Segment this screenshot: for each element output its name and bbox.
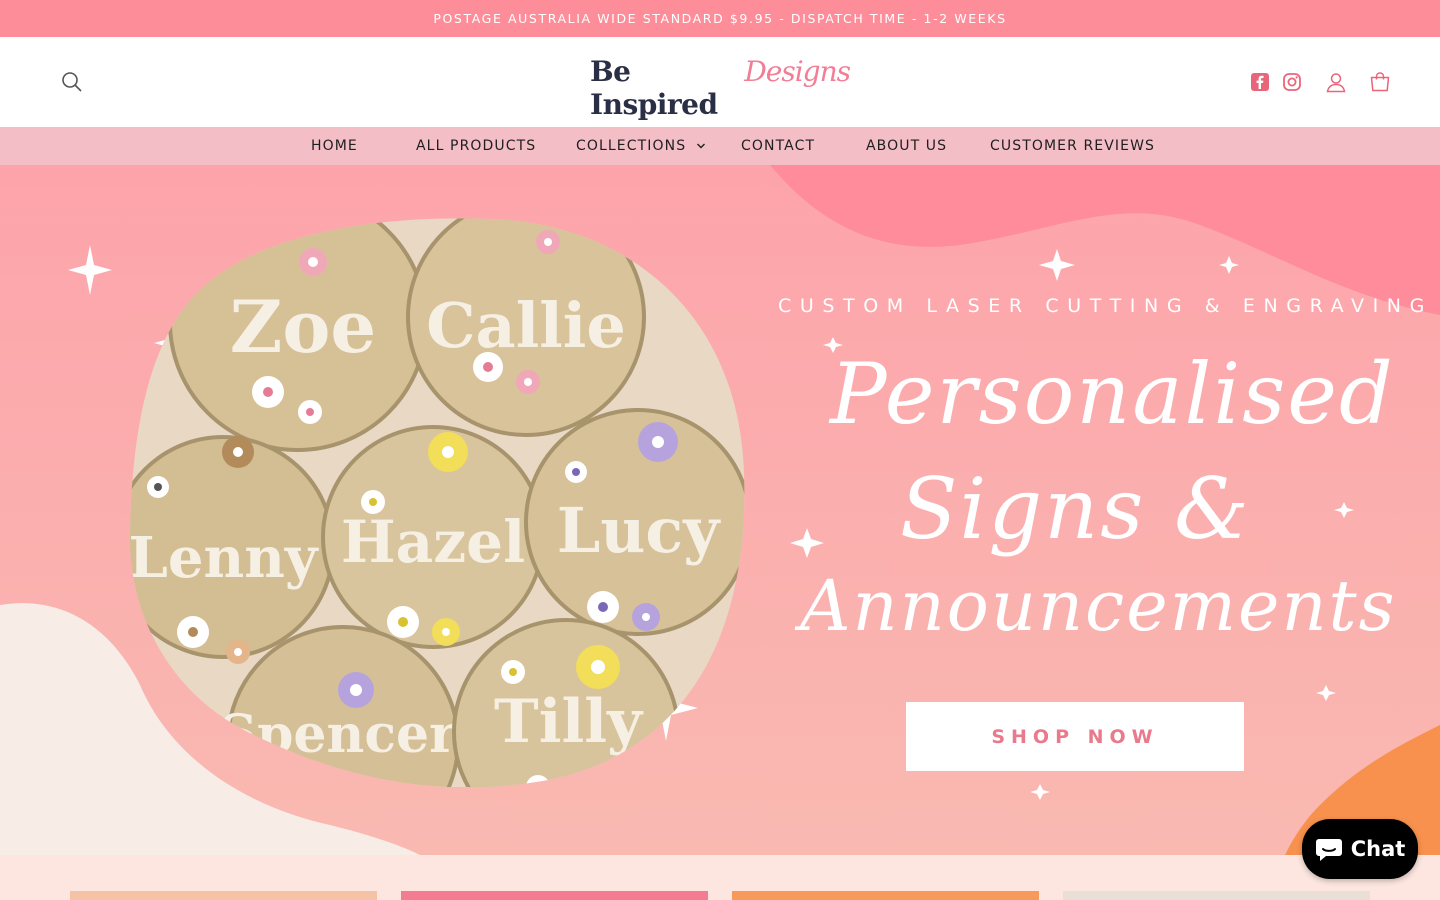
collection-card[interactable]: [401, 891, 708, 900]
plaque-label: Zoe: [230, 284, 376, 369]
plaque-label: Spencer: [220, 704, 458, 765]
collection-cards-section: [0, 855, 1440, 900]
plaque-label: Lenny: [129, 525, 319, 591]
logo-main-text: Be Inspired: [590, 55, 718, 121]
announcement-bar: POSTAGE AUSTRALIA WIDE STANDARD $9.95 - …: [0, 0, 1440, 37]
plaque-label: Hazel: [341, 508, 525, 576]
chat-label: Chat: [1350, 837, 1406, 861]
plaque-lenny: Lenny: [129, 435, 335, 659]
announcement-text: POSTAGE AUSTRALIA WIDE STANDARD $9.95 - …: [433, 11, 1007, 26]
search-icon[interactable]: [54, 64, 90, 100]
nav-item-collections-label: COLLECTIONS: [576, 138, 687, 154]
chat-bubble-icon: [1315, 839, 1342, 861]
plaque-callie: Callie: [406, 218, 646, 437]
plaque-label: Callie: [426, 289, 626, 362]
cart-icon[interactable]: [1362, 64, 1398, 100]
site-logo[interactable]: Be Inspired Designs: [590, 55, 851, 121]
account-icon[interactable]: [1318, 64, 1354, 100]
hero-script-line-2: Signs &: [900, 460, 1251, 558]
plaque-zoe: Zoe: [168, 218, 428, 452]
collection-card[interactable]: [70, 891, 377, 900]
nav-item-about-us[interactable]: ABOUT US: [866, 127, 947, 165]
chat-button[interactable]: Chat: [1302, 819, 1418, 879]
plaque-lucy: Lucy: [524, 408, 745, 636]
plaque-label: Tilly: [494, 687, 644, 757]
collection-card[interactable]: [732, 891, 1039, 900]
nav-item-all-products[interactable]: ALL PRODUCTS: [416, 127, 536, 165]
nav-item-customer-reviews[interactable]: CUSTOMER REVIEWS: [990, 127, 1155, 165]
chevron-down-icon: [697, 143, 706, 149]
hero-script-line-1: Personalised: [830, 345, 1395, 443]
nav-item-collections[interactable]: COLLECTIONS: [576, 127, 706, 165]
collection-card[interactable]: [1063, 891, 1370, 900]
facebook-icon[interactable]: [1242, 64, 1278, 100]
main-navigation: HOME ALL PRODUCTS COLLECTIONS CONTACT AB…: [0, 127, 1440, 165]
logo-script-text: Designs: [744, 55, 851, 88]
nav-item-contact[interactable]: CONTACT: [741, 127, 815, 165]
hero-tagline: CUSTOM LASER CUTTING & ENGRAVING: [778, 295, 1433, 317]
nav-item-home[interactable]: HOME: [311, 127, 358, 165]
hero-product-image: Zoe Callie Lenny Hazel Lucy Spencer Till…: [129, 218, 745, 787]
instagram-icon[interactable]: [1274, 64, 1310, 100]
shop-now-button[interactable]: SHOP NOW: [906, 702, 1244, 771]
hero-banner[interactable]: Zoe Callie Lenny Hazel Lucy Spencer Till…: [0, 165, 1440, 855]
site-header: Be Inspired Designs: [0, 37, 1440, 127]
hero-script-line-3: Announcements: [800, 565, 1397, 647]
plaque-label: Lucy: [557, 494, 721, 567]
